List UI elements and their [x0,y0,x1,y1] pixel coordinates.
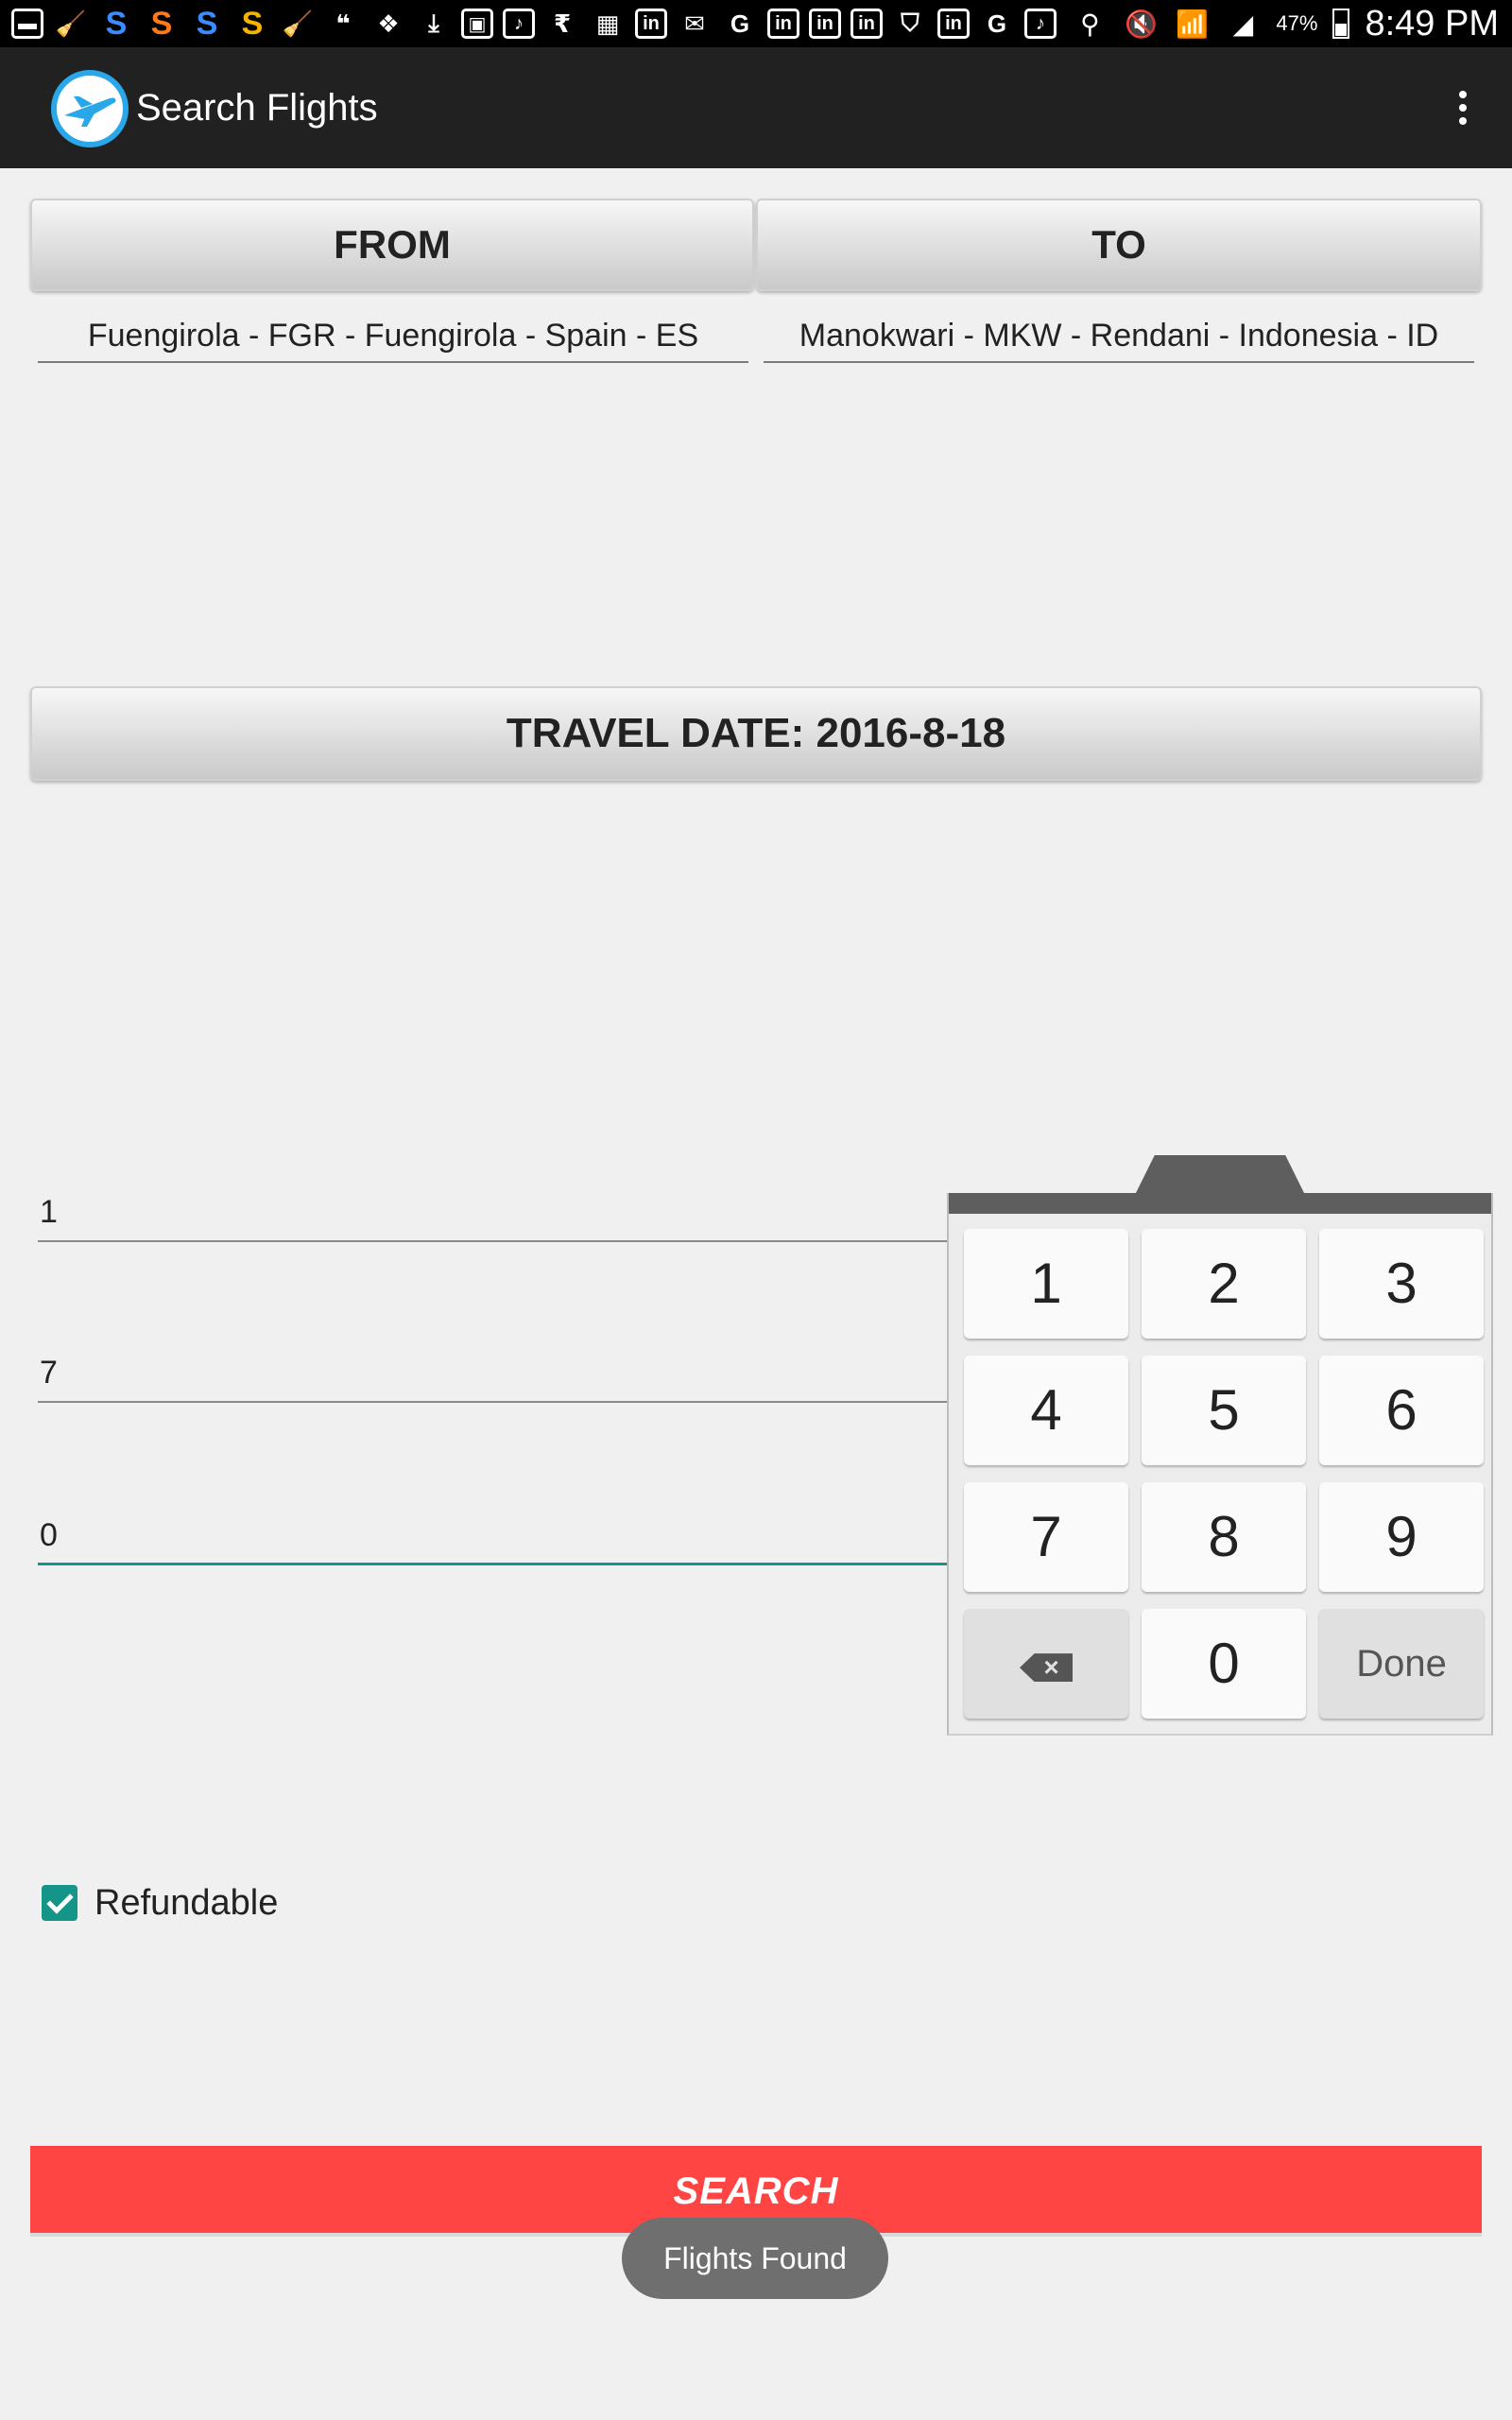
menu-dot [1459,104,1467,112]
status-bar: ▬ 🧹 S S S S 🧹 ❝ ❖ ⤓ ▣ ♪ ₹ ▦ in ✉ Gin in in ⛉ in G ♪ ⚲ 🔇 📶 ◢ 47% 8… [0,0,1512,47]
to-button[interactable]: TO [756,199,1482,291]
key-5[interactable]: 5 [1142,1356,1306,1465]
from-airport-field[interactable]: Fuengirola - FGR - Fuengirola - Spain - … [38,308,748,363]
to-airport-field[interactable]: Manokwari - MKW - Rendani - Indonesia - … [764,308,1474,363]
key-9[interactable]: 9 [1319,1482,1484,1592]
cleaner-icon: 🧹 [55,9,87,38]
app-toolbar: Search Flights [0,47,1512,168]
google-icon: G [987,9,1007,38]
location-icon: ⚲ [1080,9,1100,39]
travel-date-button[interactable]: TRAVEL DATE: 2016-8-18 [30,686,1482,781]
s-app-blue-icon: S [196,5,218,42]
key-3[interactable]: 3 [1319,1229,1484,1339]
key-8[interactable]: 8 [1142,1482,1306,1592]
airplane-logo-icon [51,70,129,147]
saavn-icon: ♪ [503,9,535,39]
s-app-yellow-icon: S [241,5,264,42]
refundable-checkbox[interactable] [42,1885,77,1921]
chat-icon: ▬ [11,9,43,39]
dropbox-icon: ❖ [377,9,400,38]
system-icon-group: ⚲ 🔇 📶 ◢ [1072,8,1261,40]
linkedin-icon: in [809,9,841,39]
refundable-row[interactable]: Refundable [42,1879,278,1927]
passenger-count-field-1[interactable]: 1 [38,1182,947,1242]
refundable-label: Refundable [94,1882,279,1923]
signal-icon: ◢ [1232,9,1254,39]
linkedin-icon: in [937,9,970,39]
s-app-orange-icon: S [150,5,173,42]
battery-icon [1332,9,1350,39]
clock: 8:49 PM [1365,3,1499,43]
key-2[interactable]: 2 [1142,1229,1306,1339]
quote-icon: ❝ [335,9,351,38]
image-icon: ▣ [461,9,493,39]
notification-icons: ▬ 🧹 S S S S 🧹 ❝ ❖ ⤓ ▣ ♪ ₹ ▦ in ✉ Gin in in ⛉ in G ♪ [11,6,1057,42]
key-7[interactable]: 7 [964,1482,1128,1592]
google-icon: G [730,9,750,38]
from-button[interactable]: FROM [30,199,754,291]
mute-icon: 🔇 [1124,9,1158,39]
mail-icon: ✉ [684,9,705,38]
linkedin-icon: in [850,9,883,39]
wifi-icon: 📶 [1175,9,1209,39]
key-1[interactable]: 1 [964,1229,1128,1339]
cleaner-icon: 🧹 [282,9,314,38]
key-0[interactable]: 0 [1142,1609,1306,1719]
game-icon: ▦ [595,9,620,38]
rupee-icon: ₹ [553,9,572,38]
passenger-count-field-3[interactable]: 0 [38,1505,947,1565]
numeric-keypad: 1 2 3 4 5 6 7 8 9 × 0 Done [947,1193,1493,1736]
backspace-key[interactable]: × [964,1609,1128,1719]
toast-message: Flights Found [622,2218,888,2299]
linkedin-icon: in [767,9,799,39]
battery-percent: 47% [1276,11,1318,35]
saavn-icon: ♪ [1024,9,1057,39]
linkedin-icon: in [635,9,667,39]
download-icon: ⤓ [428,9,439,37]
done-key[interactable]: Done [1319,1609,1484,1719]
page-title: Search Flights [136,87,378,129]
s-app-blue-icon: S [105,5,128,42]
keypad-top-bar [949,1193,1491,1214]
key-6[interactable]: 6 [1319,1356,1484,1465]
key-4[interactable]: 4 [964,1356,1128,1465]
passenger-count-field-2[interactable]: 7 [38,1342,947,1403]
system-icons: ⚲ 🔇 📶 ◢ 47% 8:49 PM [1072,0,1499,47]
keypad-handle[interactable] [1134,1155,1306,1197]
vpn-icon: ⛉ [901,9,919,37]
overflow-menu-icon[interactable] [1435,79,1491,136]
backspace-icon: × [1020,1653,1073,1683]
menu-dot [1459,91,1467,98]
menu-dot [1459,117,1467,125]
